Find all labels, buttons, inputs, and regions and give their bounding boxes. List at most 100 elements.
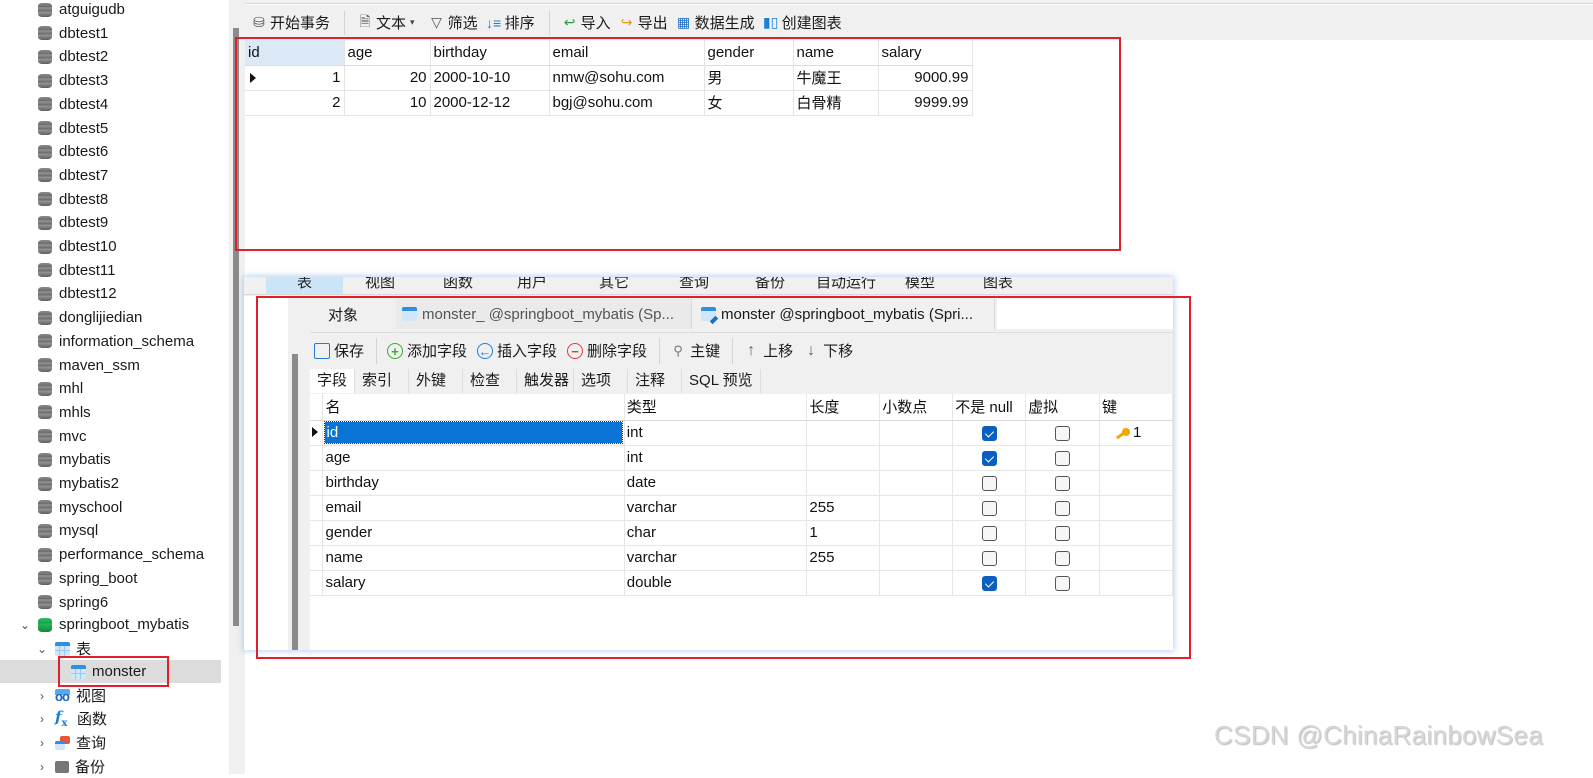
- data-generation-button[interactable]: ▦ 数据生成: [676, 12, 755, 33]
- export-button[interactable]: ↪ 导出: [619, 12, 668, 33]
- tree-db-item[interactable]: dbtest12: [38, 282, 117, 305]
- chevron-right-icon[interactable]: ›: [35, 712, 49, 726]
- tree-db-item[interactable]: mysql: [38, 519, 98, 542]
- database-icon: [38, 310, 52, 326]
- button-label: 导出: [637, 15, 668, 32]
- database-icon: [38, 499, 52, 515]
- tree-db-item[interactable]: dbtest2: [38, 45, 108, 68]
- tree-db-item[interactable]: dbtest6: [38, 140, 108, 163]
- chevron-down-icon[interactable]: ⌄: [18, 618, 32, 632]
- database-icon: [38, 144, 52, 160]
- sort-button[interactable]: ↓≡ 排序: [486, 12, 535, 33]
- tab-queries[interactable]: 查询: [668, 277, 720, 294]
- button-label: 开始事务: [270, 15, 331, 32]
- database-icon: [38, 570, 52, 586]
- tab-functions[interactable]: 函数: [432, 277, 484, 294]
- tree-db-item[interactable]: mybatis2: [38, 472, 119, 495]
- tree-db-item[interactable]: donglijiedian: [38, 306, 142, 329]
- chevron-right-icon[interactable]: ›: [35, 736, 49, 750]
- tree-db-item[interactable]: dbtest11: [38, 259, 115, 282]
- database-icon: [38, 452, 52, 468]
- tab-tables[interactable]: 表: [266, 277, 343, 294]
- tab-backups[interactable]: 备份: [744, 277, 796, 294]
- toolbar-divider: [548, 10, 550, 35]
- tab-charts[interactable]: 图表: [972, 277, 1024, 294]
- tree-item-label: mysql: [59, 522, 99, 540]
- tab-views[interactable]: 视图: [354, 277, 406, 294]
- button-label: 导入: [580, 15, 611, 32]
- tree-db-item[interactable]: maven_ssm: [38, 354, 140, 377]
- tree-db-item[interactable]: atguigudb: [38, 0, 125, 21]
- tree-item-label: spring6: [59, 593, 109, 611]
- database-icon: [38, 96, 52, 112]
- tree-db-item[interactable]: dbtest9: [38, 211, 108, 234]
- tree-db-item[interactable]: mvc: [38, 425, 87, 448]
- tree-item-label: mybatis2: [59, 475, 120, 492]
- database-icon: [38, 120, 52, 136]
- tree-item-label: springboot_mybatis: [59, 616, 190, 633]
- tree-db-item[interactable]: spring_boot: [38, 567, 137, 590]
- text-view-button[interactable]: 🗎 文本 ▾: [357, 11, 421, 35]
- tree-folder-functions[interactable]: › fx 函数: [35, 707, 107, 730]
- database-icon: [38, 239, 52, 255]
- tree-db-item[interactable]: dbtest3: [38, 69, 108, 92]
- begin-transaction-button[interactable]: ⛁ 开始事务: [251, 12, 330, 33]
- tree-item-label: donglijiedian: [59, 309, 143, 327]
- tree-item-label: spring_boot: [59, 569, 138, 587]
- tree-db-item[interactable]: dbtest4: [38, 93, 108, 116]
- chevron-right-icon[interactable]: ›: [35, 689, 49, 703]
- database-icon: [38, 594, 52, 610]
- chart-icon: ▮▯: [762, 14, 779, 30]
- annotation-highlight-box: [58, 656, 169, 687]
- tab-automation[interactable]: 自动运行: [812, 277, 880, 294]
- chevron-down-icon[interactable]: ⌄: [35, 642, 49, 656]
- tree-db-item[interactable]: mhls: [38, 401, 91, 424]
- database-icon: [38, 523, 52, 539]
- tree-db-item[interactable]: mybatis: [38, 448, 111, 471]
- tree-item-label: dbtest1: [59, 24, 109, 42]
- tree-db-item[interactable]: mhl: [38, 377, 83, 400]
- main-object-tabs: 表 视图 函数 用户 其它 查询 备份 自动运行 模型 图表: [244, 277, 1173, 295]
- tree-db-item[interactable]: information_schema: [38, 330, 194, 353]
- button-label: 数据生成: [694, 15, 755, 32]
- annotation-highlight-box: [256, 296, 1191, 659]
- document-icon: 🗎: [359, 12, 371, 29]
- tree-db-item[interactable]: dbtest5: [38, 117, 108, 140]
- chevron-right-icon[interactable]: ›: [35, 760, 49, 774]
- tab-models[interactable]: 模型: [894, 277, 946, 294]
- tree-folder-queries[interactable]: › 查询: [35, 731, 106, 754]
- tree-db-item[interactable]: spring6: [38, 591, 108, 614]
- query-icon: [55, 735, 70, 750]
- tree-db-item[interactable]: myschool: [38, 496, 122, 519]
- backup-icon: [55, 760, 69, 773]
- tree-db-item[interactable]: dbtest7: [38, 164, 108, 187]
- database-icon: [38, 404, 52, 420]
- tree-item-label: dbtest12: [59, 285, 117, 303]
- tree-db-item[interactable]: dbtest8: [38, 188, 108, 211]
- tree-db-springboot-mybatis[interactable]: ⌄ springboot_mybatis: [18, 613, 189, 636]
- tree-item-label: mybatis: [59, 451, 111, 469]
- tree-item-label: dbtest7: [59, 166, 109, 184]
- annotation-highlight-box: [235, 37, 1121, 251]
- tree-item-label: information_schema: [59, 332, 195, 350]
- tree-folder-backups[interactable]: › 备份: [35, 755, 105, 778]
- function-icon: fx: [55, 708, 68, 729]
- filter-button[interactable]: ▽ 筛选: [429, 12, 477, 33]
- tree-item-label: 视图: [76, 688, 107, 705]
- create-chart-button[interactable]: ▮▯ 创建图表: [763, 12, 842, 33]
- tree-folder-views[interactable]: › 视图: [35, 684, 106, 707]
- tab-users[interactable]: 用户: [506, 277, 558, 294]
- tree-item-label: dbtest4: [59, 95, 109, 113]
- tree-db-item[interactable]: dbtest1: [38, 22, 108, 45]
- import-button[interactable]: ↩ 导入: [562, 12, 611, 33]
- database-icon: [38, 25, 52, 41]
- dropdown-caret-icon[interactable]: ▾: [410, 17, 415, 28]
- tree-db-item[interactable]: performance_schema: [38, 543, 204, 566]
- tree-db-item[interactable]: dbtest10: [38, 235, 117, 258]
- database-icon: [38, 191, 52, 207]
- database-icon: [38, 381, 52, 397]
- tab-others[interactable]: 其它: [588, 277, 640, 294]
- database-icon: [38, 262, 52, 278]
- data-toolbar: ⛁ 开始事务 🗎 文本 ▾ ▽ 筛选 ↓≡ 排序 ↩ 导入 ↪ 导出 ▦ 数据生…: [245, 5, 1593, 40]
- view-icon: [55, 688, 70, 703]
